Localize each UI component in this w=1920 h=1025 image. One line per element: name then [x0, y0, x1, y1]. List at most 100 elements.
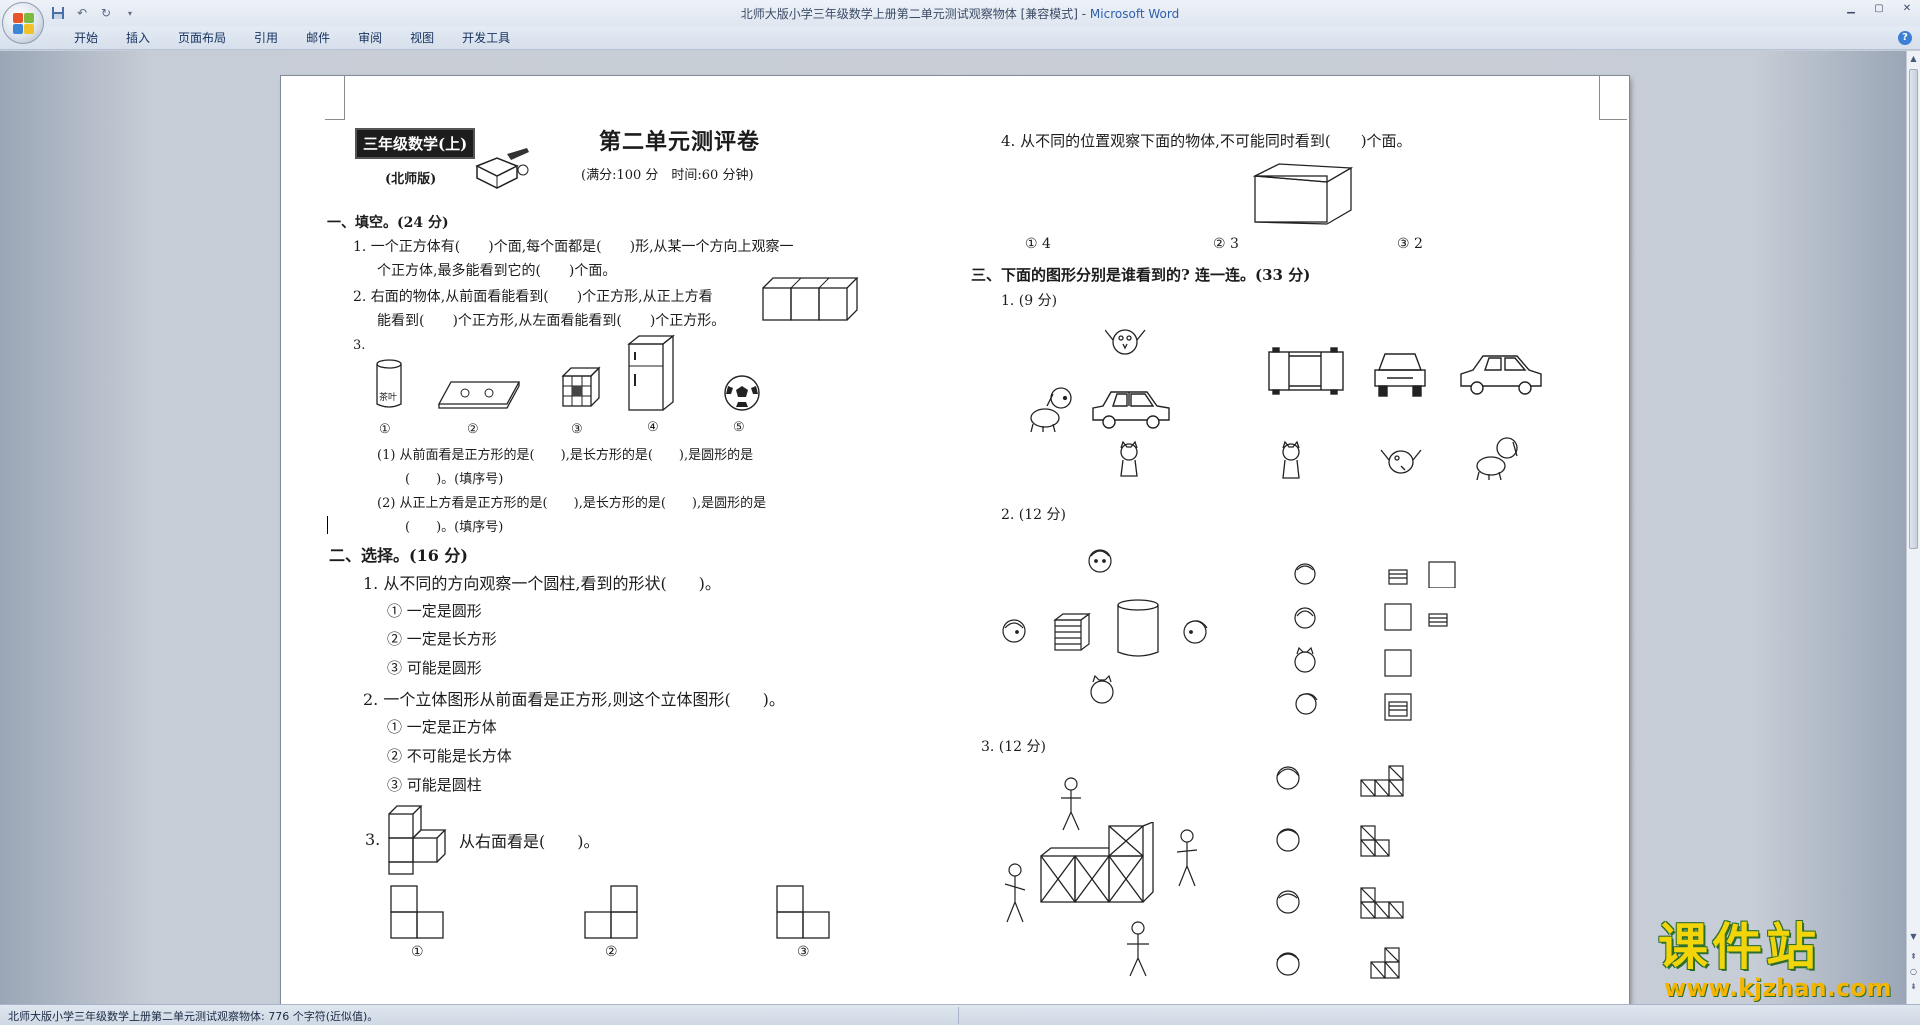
- r-q4: 4. 从不同的位置观察下面的物体,不可能同时看到( )个面。: [1001, 132, 1412, 150]
- s1-q2-line1: 2. 右面的物体,从前面看能看到( )个正方形,从正上方看: [353, 289, 713, 305]
- r-q4-opt-1: ① 4: [1025, 236, 1051, 252]
- watermark-url: www.kjzhan.com: [1664, 974, 1892, 1002]
- answer-shape-2: [584, 885, 638, 939]
- s3-part-1: 1. (9 分): [1001, 293, 1058, 309]
- tab-view[interactable]: 视图: [396, 30, 448, 46]
- stacked-cubes-figure: [388, 805, 447, 875]
- office-button[interactable]: [2, 2, 44, 44]
- watermark-logo: 课件站 www.kjzhan.com: [1658, 920, 1898, 1002]
- section-2-heading: 二、选择。(16 分): [329, 546, 468, 565]
- status-divider: [958, 1007, 959, 1024]
- s2-q2-opt-3: ③ 可能是圆柱: [387, 776, 482, 794]
- s2-q3-num-1: ①: [411, 944, 424, 960]
- status-text: 北师大版小学三年级数学上册第二单元测试观察物体: 776 个字符(近似值)。: [8, 1010, 379, 1023]
- exam-meta: (满分:100 分 时间:60 分钟): [581, 168, 754, 183]
- help-icon[interactable]: ?: [1898, 31, 1912, 45]
- next-page-icon[interactable]: ⇟: [1908, 981, 1919, 992]
- girl-head-top: [1088, 549, 1112, 573]
- s1-q3-num-3: ③: [571, 422, 583, 437]
- child-figure-right: [1176, 829, 1198, 887]
- s2-q2-opt-1: ① 一定是正方体: [387, 718, 497, 736]
- s1-q2-line2: 能看到( )个正方形,从左面看能看到( )个正方形。: [377, 313, 726, 329]
- edition-label: (北师版): [385, 172, 437, 187]
- s1-q3-num-2: ②: [467, 422, 479, 437]
- tea-can-figure: [376, 359, 402, 408]
- kid-head-1: [1276, 766, 1300, 790]
- document-page[interactable]: 三年级数学(上) (北师版) 第二单元测评卷 (满分:100 分 时间:60 分…: [281, 76, 1629, 1004]
- tab-insert[interactable]: 插入: [112, 30, 164, 46]
- ribbon-tab-bar: 开始 插入 页面布局 引用 邮件 审阅 视图 开发工具 ?: [0, 26, 1920, 50]
- close-icon[interactable]: ✕: [1900, 2, 1914, 16]
- s2-q1-opt-3: ③ 可能是圆形: [387, 659, 482, 677]
- tab-developer[interactable]: 开发工具: [448, 30, 524, 46]
- answer-shape-3: [776, 885, 830, 939]
- section-1-heading: 一、填空。(24 分): [327, 215, 449, 231]
- cuboid-figure: [1253, 163, 1353, 225]
- s1-q3-num-1: ①: [379, 422, 391, 437]
- section-3-heading: 三、下面的图形分别是谁看到的? 连一连。(33 分): [971, 266, 1311, 284]
- tab-review[interactable]: 审阅: [344, 30, 396, 46]
- s2-q3-num-3: ③: [797, 944, 810, 960]
- tab-page-layout[interactable]: 页面布局: [164, 30, 240, 46]
- minimize-icon[interactable]: ▁: [1844, 2, 1858, 16]
- office-logo-icon: [13, 13, 35, 35]
- cat-figure: [1120, 440, 1138, 477]
- s2-q1-opt-1: ① 一定是圆形: [387, 602, 482, 620]
- child-figure-top: [1061, 777, 1081, 831]
- window-controls: ▁ ▢ ✕: [1844, 2, 1914, 16]
- kid-head-3: [1276, 890, 1300, 914]
- scrollbar-thumb[interactable]: [1909, 69, 1918, 549]
- s2-q3-number: 3.: [365, 830, 381, 849]
- s2-q3-text: 从右面看是( )。: [459, 832, 600, 851]
- r-q4-opt-3: ③ 2: [1397, 236, 1423, 252]
- car-figure-top: [1268, 347, 1344, 395]
- s1-q1-line1: 1. 一个正方体有( )个面,每个面都是( )形,从某一个方向上观察一: [353, 239, 794, 255]
- boy-head-left: [1002, 619, 1026, 643]
- r-q4-opt-2: ② 3: [1213, 236, 1239, 252]
- vertical-scrollbar[interactable]: ▲ ▼ ⇞ ○ ⇟: [1906, 51, 1920, 1004]
- title-bar: ↶ ↻ ▾ 北师大版小学三年级数学上册第二单元测试观察物体 [兼容模式] - M…: [0, 0, 1920, 26]
- rubik-cube-figure: [561, 366, 601, 407]
- s1-q3-number: 3.: [353, 338, 366, 353]
- s1-q3-2-line2: ( )。(填序号): [405, 520, 504, 535]
- view-shape-books-2: [1384, 603, 1448, 631]
- scroll-down-icon[interactable]: ▼: [1908, 931, 1919, 942]
- tray-figure: [437, 381, 521, 409]
- window-title: 北师大版小学三年级数学上册第二单元测试观察物体 [兼容模式] - Microso…: [740, 7, 1180, 21]
- tea-can-label: 茶叶: [379, 393, 398, 403]
- answer-shape-1: [390, 885, 444, 939]
- bird-figure: [1105, 329, 1146, 355]
- select-browse-object-icon[interactable]: ○: [1908, 966, 1919, 977]
- kid-head-2: [1276, 828, 1300, 852]
- view-head-4: [1295, 693, 1318, 715]
- view-head-1: [1294, 563, 1316, 585]
- maximize-icon[interactable]: ▢: [1872, 2, 1886, 16]
- s2-q3-num-2: ②: [605, 944, 618, 960]
- tab-home[interactable]: 开始: [60, 30, 112, 46]
- crop-mark: [1599, 76, 1627, 120]
- cylinder-figure: [1117, 599, 1159, 657]
- s2-q2: 2. 一个立体图形从前面看是正方形,则这个立体图形( )。: [363, 690, 785, 709]
- previous-page-icon[interactable]: ⇞: [1908, 951, 1919, 962]
- tab-references[interactable]: 引用: [240, 30, 292, 46]
- tab-mailings[interactable]: 邮件: [292, 30, 344, 46]
- book-pen-icon: [475, 148, 529, 189]
- three-cubes-figure: [762, 277, 859, 321]
- crates-figure: [1040, 822, 1154, 903]
- girl-head-right: [1183, 620, 1208, 644]
- scroll-up-icon[interactable]: ▲: [1908, 53, 1919, 64]
- car-figure-front: [1374, 353, 1426, 397]
- watermark-title: 课件站: [1658, 918, 1820, 976]
- dog-figure: [1030, 387, 1072, 433]
- text-cursor: [327, 516, 328, 534]
- status-bar: 北师大版小学三年级数学上册第二单元测试观察物体: 776 个字符(近似值)。: [0, 1004, 1920, 1025]
- s3-part-3: 3. (12 分): [981, 739, 1046, 755]
- s1-q1-line2: 个正方体,最多能看到它的( )个面。: [377, 263, 617, 279]
- s1-q3-num-4: ④: [647, 420, 659, 435]
- book-stack-figure: [1053, 612, 1091, 651]
- car-figure-side-2: [1460, 355, 1542, 395]
- s2-q1: 1. 从不同的方向观察一个圆柱,看到的形状( )。: [363, 574, 721, 593]
- view-head-3: [1294, 646, 1316, 673]
- cat-figure-2: [1282, 440, 1300, 479]
- view-shape-square: [1384, 649, 1412, 677]
